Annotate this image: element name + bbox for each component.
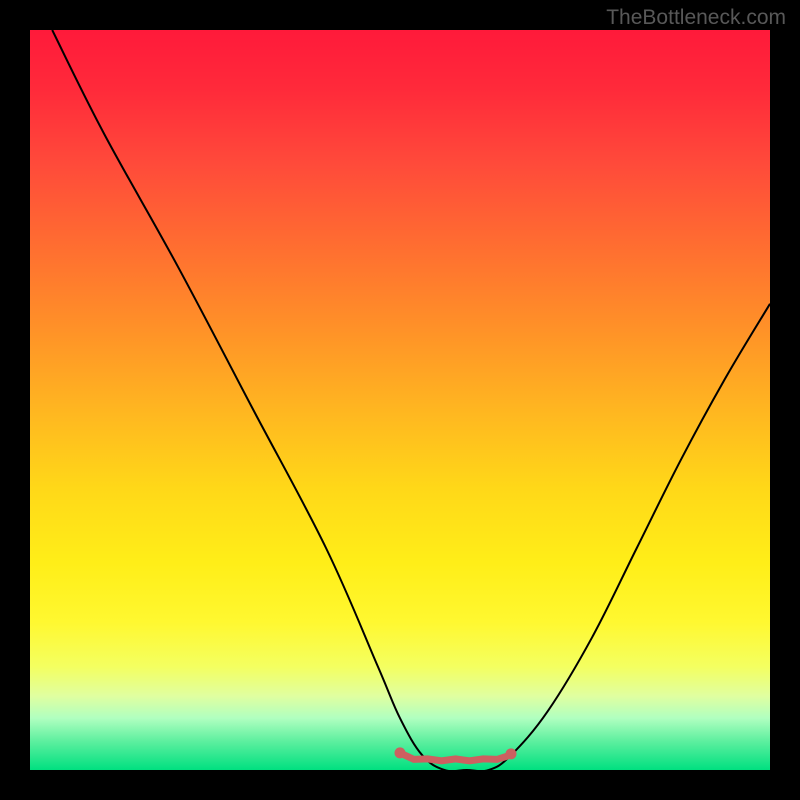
chart-highlight-dot-left [395,747,406,758]
chart-plot-area [30,30,770,770]
chart-svg [30,30,770,770]
chart-highlight-dot-right [506,748,517,759]
watermark-text: TheBottleneck.com [606,6,786,30]
chart-highlight-segment [400,753,511,761]
chart-curve [52,30,770,770]
